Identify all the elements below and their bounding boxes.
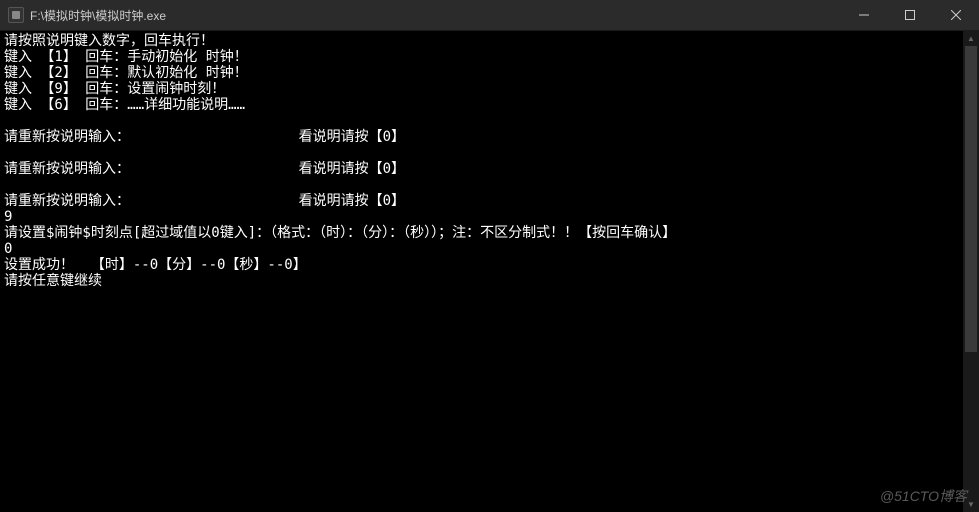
close-button[interactable] (933, 0, 979, 30)
vertical-scrollbar[interactable]: ▲ ▼ (963, 30, 979, 512)
watermark: @51CTO博客 (880, 486, 967, 506)
window-controls (841, 0, 979, 30)
scroll-up-arrow[interactable]: ▲ (963, 30, 979, 46)
console-text: 请按照说明键入数字，回车执行！ 键入 【1】 回车：手动初始化 时钟！ 键入 【… (4, 33, 975, 289)
titlebar[interactable]: F:\模拟时钟\模拟时钟.exe (0, 0, 979, 30)
maximize-button[interactable] (887, 0, 933, 30)
window-title: F:\模拟时钟\模拟时钟.exe (30, 7, 841, 24)
console-output[interactable]: 请按照说明键入数字，回车执行！ 键入 【1】 回车：手动初始化 时钟！ 键入 【… (0, 30, 979, 512)
console-window: F:\模拟时钟\模拟时钟.exe 请按照说明键入数字，回车执行！ 键入 【1】 … (0, 0, 979, 512)
scroll-track[interactable] (963, 46, 979, 496)
app-icon (8, 7, 24, 23)
minimize-button[interactable] (841, 0, 887, 30)
scroll-thumb[interactable] (965, 46, 977, 352)
